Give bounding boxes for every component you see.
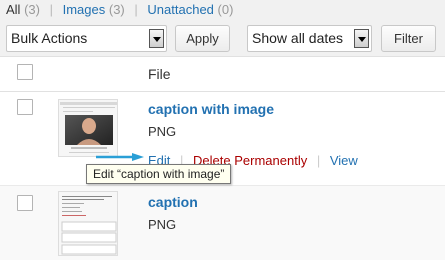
thumbnail-image [59, 100, 117, 156]
media-filter-links: All (3) | Images (3) | Unattached (0) [6, 2, 233, 17]
date-filter-select[interactable]: Show all dates [247, 25, 372, 52]
media-mime-type: PNG [148, 217, 177, 232]
media-title-link[interactable]: caption with image [148, 101, 274, 117]
media-list-table: File caption with image PNG Edit | Delet… [0, 56, 445, 260]
arrow-right-icon [96, 153, 144, 161]
media-thumbnail[interactable] [58, 191, 118, 256]
date-filter-value: Show all dates [252, 30, 344, 46]
chevron-down-icon[interactable] [149, 29, 164, 48]
chevron-down-icon[interactable] [354, 29, 369, 48]
filter-unattached-count: (0) [217, 2, 234, 17]
table-header: File [0, 57, 445, 92]
bulk-actions-value: Bulk Actions [11, 30, 88, 46]
row-checkbox[interactable] [17, 99, 33, 115]
filter-images-link[interactable]: Images [63, 2, 106, 17]
filter-unattached-link[interactable]: Unattached [147, 2, 214, 17]
bulk-actions-select[interactable]: Bulk Actions [6, 25, 167, 52]
table-row: caption PNG [0, 185, 445, 260]
thumbnail-image [59, 192, 117, 255]
media-thumbnail[interactable] [58, 99, 118, 157]
filter-button[interactable]: Filter [381, 25, 436, 52]
tooltip: Edit “caption with image” [86, 164, 232, 184]
action-separator: | [316, 153, 321, 168]
select-all-checkbox[interactable] [17, 64, 33, 80]
row-checkbox[interactable] [17, 195, 33, 211]
filter-separator: | [49, 2, 53, 17]
column-header-file[interactable]: File [148, 66, 171, 82]
filter-all-count: (3) [24, 2, 40, 17]
filter-all-label[interactable]: All [6, 2, 20, 17]
view-link[interactable]: View [330, 153, 358, 168]
apply-button[interactable]: Apply [175, 25, 230, 52]
filter-images-count: (3) [108, 2, 125, 17]
filter-separator: | [134, 2, 138, 17]
media-title-link[interactable]: caption [148, 194, 198, 210]
media-mime-type: PNG [148, 124, 177, 139]
